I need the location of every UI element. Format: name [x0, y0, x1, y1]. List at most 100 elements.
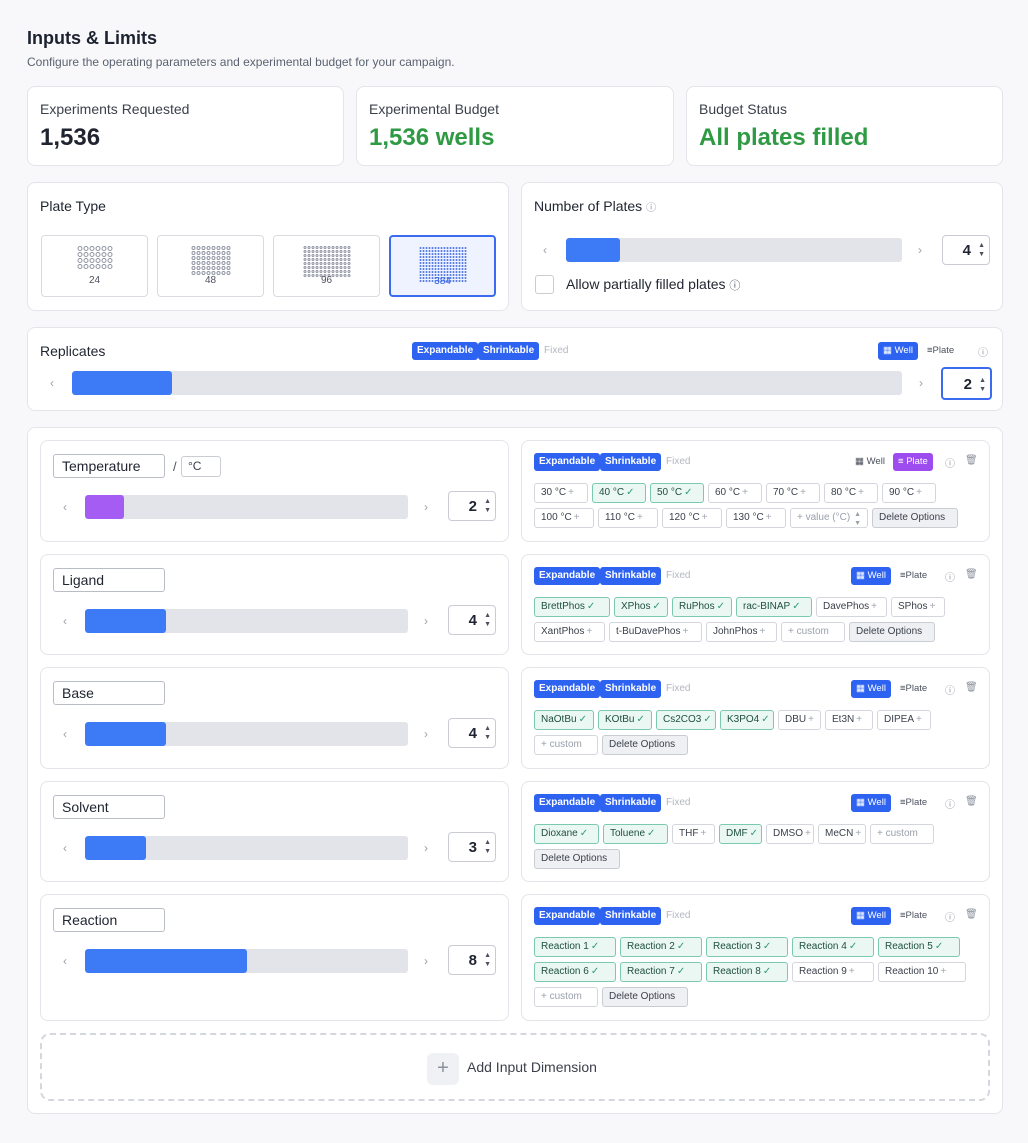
dimension-slider[interactable]: [85, 722, 408, 746]
dimension-slider[interactable]: [85, 609, 408, 633]
dimension-name-input[interactable]: Base: [53, 681, 165, 705]
plate-option-96[interactable]: 96: [273, 235, 380, 297]
plates-number-input[interactable]: 4 ▲ ▼: [942, 235, 990, 265]
option-chip[interactable]: 40 °C ✓: [592, 483, 646, 503]
chevron-left-icon[interactable]: ‹: [63, 727, 67, 741]
option-chip[interactable]: DavePhos +: [816, 597, 887, 617]
option-chip[interactable]: Reaction 2 ✓: [620, 937, 702, 957]
info-icon[interactable]: ⓘ: [729, 280, 740, 292]
option-chip[interactable]: Reaction 4 ✓: [792, 937, 874, 957]
option-chip[interactable]: 130 °C +: [726, 508, 786, 528]
chevron-left-icon[interactable]: ‹: [63, 614, 67, 628]
well-toggle[interactable]: ▦ Well: [850, 453, 890, 471]
expandable-tag[interactable]: Expandable: [534, 453, 601, 471]
plate-toggle[interactable]: ≡Plate: [895, 567, 932, 585]
add-option-input[interactable]: + custom: [534, 987, 598, 1007]
dimension-number-input[interactable]: 4 ▲ ▼: [448, 718, 496, 748]
delete-options-button[interactable]: Delete Options: [849, 622, 935, 642]
trash-icon[interactable]: 🗑: [965, 455, 978, 466]
option-chip[interactable]: DMF ✓: [719, 824, 762, 844]
option-chip[interactable]: NaOtBu ✓: [534, 710, 594, 730]
option-chip[interactable]: 120 °C +: [662, 508, 722, 528]
fixed-tag[interactable]: Fixed: [661, 907, 695, 925]
dimension-number-input[interactable]: 3 ▲ ▼: [448, 832, 496, 862]
chevron-left-icon[interactable]: ‹: [63, 954, 67, 968]
chevron-right-icon[interactable]: ›: [424, 614, 428, 628]
option-chip[interactable]: 100 °C +: [534, 508, 594, 528]
dimension-slider[interactable]: [85, 495, 408, 519]
option-chip[interactable]: THF +: [672, 824, 715, 844]
option-chip[interactable]: MeCN +: [818, 824, 866, 844]
option-chip[interactable]: XantPhos +: [534, 622, 605, 642]
dimension-name-input[interactable]: Solvent: [53, 795, 165, 819]
dimension-name-input[interactable]: Reaction: [53, 908, 165, 932]
add-option-input[interactable]: + custom: [534, 735, 598, 755]
chevron-right-icon[interactable]: ›: [919, 376, 923, 390]
plates-slider[interactable]: [566, 238, 902, 262]
shrinkable-tag[interactable]: Shrinkable: [600, 680, 662, 698]
option-chip[interactable]: Reaction 7 ✓: [620, 962, 702, 982]
option-chip[interactable]: DIPEA +: [877, 710, 931, 730]
trash-icon[interactable]: 🗑: [965, 909, 978, 920]
add-option-input[interactable]: + value (°C) ▲ ▼: [790, 508, 868, 528]
replicates-slider[interactable]: [72, 371, 902, 395]
info-icon[interactable]: ⓘ: [945, 796, 955, 811]
option-chip[interactable]: Et3N +: [825, 710, 873, 730]
dimension-number-input[interactable]: 2 ▲ ▼: [448, 491, 496, 521]
chevron-right-icon[interactable]: ›: [918, 243, 922, 257]
option-chip[interactable]: 60 °C +: [708, 483, 762, 503]
option-chip[interactable]: 90 °C +: [882, 483, 936, 503]
option-chip[interactable]: Reaction 8 ✓: [706, 962, 788, 982]
plate-toggle[interactable]: ≡Plate: [895, 680, 932, 698]
option-chip[interactable]: Reaction 1 ✓: [534, 937, 616, 957]
chevron-right-icon[interactable]: ›: [424, 727, 428, 741]
plate-toggle[interactable]: ≡ Plate: [893, 453, 933, 471]
replicates-number-input[interactable]: 2 ▲ ▼: [941, 367, 992, 400]
dimension-number-input[interactable]: 4 ▲ ▼: [448, 605, 496, 635]
option-chip[interactable]: 30 °C +: [534, 483, 588, 503]
partial-plates-checkbox[interactable]: [535, 275, 554, 294]
plate-option-48[interactable]: 48: [157, 235, 264, 297]
option-chip[interactable]: 70 °C +: [766, 483, 820, 503]
fixed-tag[interactable]: Fixed: [661, 567, 695, 585]
fixed-tag[interactable]: Fixed: [661, 794, 695, 812]
well-toggle[interactable]: ▦ Well: [851, 567, 891, 585]
plate-toggle[interactable]: ≡Plate: [895, 907, 932, 925]
delete-options-button[interactable]: Delete Options: [602, 735, 688, 755]
shrinkable-tag[interactable]: Shrinkable: [600, 907, 662, 925]
shrinkable-tag[interactable]: Shrinkable: [600, 567, 662, 585]
option-chip[interactable]: DBU +: [778, 710, 821, 730]
option-chip[interactable]: 110 °C +: [598, 508, 658, 528]
spinner-icon[interactable]: ▲ ▼: [484, 724, 491, 742]
delete-options-button[interactable]: Delete Options: [602, 987, 688, 1007]
spinner-icon[interactable]: ▲ ▼: [854, 510, 861, 528]
spinner-icon[interactable]: ▲ ▼: [978, 241, 985, 259]
option-chip[interactable]: DMSO +: [766, 824, 814, 844]
fixed-tag[interactable]: Fixed: [539, 342, 573, 360]
dimension-slider[interactable]: [85, 949, 408, 973]
chevron-left-icon[interactable]: ‹: [50, 376, 54, 390]
plate-option-24[interactable]: 24: [41, 235, 148, 297]
fixed-tag[interactable]: Fixed: [661, 680, 695, 698]
plate-toggle[interactable]: ≡Plate: [922, 342, 959, 360]
option-chip[interactable]: Reaction 6 ✓: [534, 962, 616, 982]
option-chip[interactable]: K3PO4 ✓: [720, 710, 774, 730]
option-chip[interactable]: XPhos ✓: [614, 597, 668, 617]
option-chip[interactable]: Toluene ✓: [603, 824, 668, 844]
option-chip[interactable]: Reaction 10 +: [878, 962, 966, 982]
well-toggle[interactable]: ▦ Well: [878, 342, 918, 360]
chevron-left-icon[interactable]: ‹: [63, 500, 67, 514]
fixed-tag[interactable]: Fixed: [661, 453, 695, 471]
well-toggle[interactable]: ▦ Well: [851, 794, 891, 812]
option-chip[interactable]: Reaction 3 ✓: [706, 937, 788, 957]
option-chip[interactable]: rac-BINAP ✓: [736, 597, 812, 617]
info-icon[interactable]: ⓘ: [945, 909, 955, 924]
dimension-slider[interactable]: [85, 836, 408, 860]
info-icon[interactable]: ⓘ: [646, 203, 656, 214]
chevron-right-icon[interactable]: ›: [424, 954, 428, 968]
dimension-name-input[interactable]: Ligand: [53, 568, 165, 592]
option-chip[interactable]: SPhos +: [891, 597, 945, 617]
expandable-tag[interactable]: Expandable: [534, 794, 601, 812]
option-chip[interactable]: JohnPhos +: [706, 622, 777, 642]
delete-options-button[interactable]: Delete Options: [534, 849, 620, 869]
